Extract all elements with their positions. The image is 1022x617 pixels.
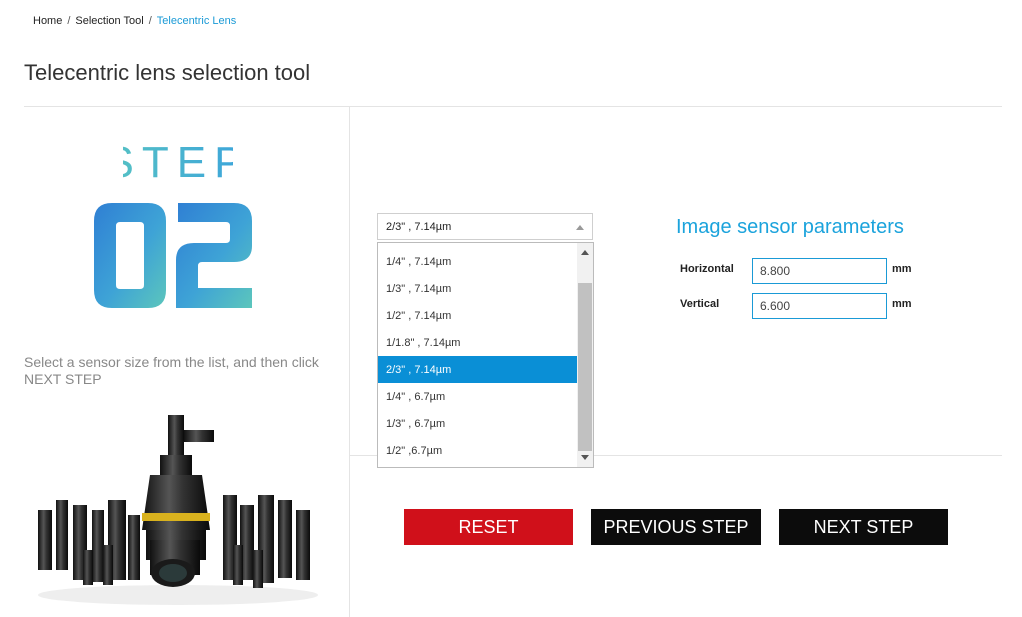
previous-step-button[interactable]: PREVIOUS STEP bbox=[591, 509, 761, 545]
digit-zero-shape bbox=[94, 203, 166, 308]
breadcrumb-home[interactable]: Home bbox=[33, 15, 62, 27]
sensor-size-dropdown[interactable]: 1/4" , 7.14µm 1/3" , 7.14µm 1/2" , 7.14µ… bbox=[377, 242, 594, 468]
vertical-unit: mm bbox=[892, 298, 912, 310]
step-number-graphic: 02 bbox=[94, 203, 252, 308]
scrollbar-thumb[interactable] bbox=[578, 283, 592, 451]
lens-products-image bbox=[38, 415, 318, 605]
dropdown-option[interactable]: 1/4" , 7.14µm bbox=[378, 248, 577, 275]
horizontal-label: Horizontal bbox=[680, 263, 734, 275]
sensor-size-select[interactable]: 2/3" , 7.14µm bbox=[377, 213, 593, 240]
dropdown-scrollbar[interactable] bbox=[577, 243, 593, 467]
header-divider bbox=[24, 106, 1002, 107]
horizontal-input[interactable] bbox=[752, 258, 887, 284]
dropdown-option[interactable]: 1/1.8" , 7.14µm bbox=[378, 329, 577, 356]
dropdown-option-label: 1/2" ,6.7µm bbox=[386, 445, 443, 457]
reset-button[interactable]: RESET bbox=[404, 509, 573, 545]
vertical-input[interactable] bbox=[752, 293, 887, 319]
sensor-size-select-value: 2/3" , 7.14µm bbox=[386, 221, 452, 233]
chevron-up-icon bbox=[576, 225, 584, 230]
vertical-label: Vertical bbox=[680, 298, 720, 310]
dropdown-option-selected[interactable]: 2/3" , 7.14µm bbox=[378, 356, 577, 383]
breadcrumb-separator: / bbox=[67, 15, 71, 27]
digit-two-shape bbox=[176, 203, 252, 308]
image-sensor-title: Image sensor parameters bbox=[676, 216, 904, 238]
dropdown-option-label: 1/3" , 6.7µm bbox=[386, 418, 446, 430]
dropdown-option[interactable]: 1/2" ,6.7µm bbox=[378, 437, 577, 464]
breadcrumb-current[interactable]: Telecentric Lens bbox=[157, 15, 237, 27]
instructions-text: Select a sensor size from the list, and … bbox=[24, 354, 319, 387]
dropdown-option-label: 1/2" , 7.14µm bbox=[386, 310, 452, 322]
breadcrumb-separator: / bbox=[148, 15, 152, 27]
dropdown-option-label: 1/1.8" , 7.14µm bbox=[386, 337, 461, 349]
dropdown-option-label: 1/4" , 7.14µm bbox=[386, 256, 452, 268]
breadcrumb-selection-tool[interactable]: Selection Tool bbox=[75, 15, 143, 27]
dropdown-option-label: 1/3" , 7.14µm bbox=[386, 283, 452, 295]
breadcrumb: Home / Selection Tool / Telecentric Lens bbox=[33, 15, 236, 27]
dropdown-option[interactable]: 1/3" , 7.14µm bbox=[378, 275, 577, 302]
page-title: Telecentric lens selection tool bbox=[24, 60, 311, 85]
dropdown-option-label: 1/4" , 6.7µm bbox=[386, 391, 446, 403]
step-word-graphic: STEP bbox=[123, 138, 233, 185]
scroll-down-arrow-icon[interactable] bbox=[581, 455, 589, 460]
scroll-up-arrow-icon[interactable] bbox=[581, 250, 589, 255]
horizontal-unit: mm bbox=[892, 263, 912, 275]
dropdown-option[interactable]: 1/2" , 7.14µm bbox=[378, 302, 577, 329]
dropdown-option[interactable]: 1/3" , 6.7µm bbox=[378, 410, 577, 437]
dropdown-option[interactable]: 1/4" , 6.7µm bbox=[378, 383, 577, 410]
next-step-button[interactable]: NEXT STEP bbox=[779, 509, 948, 545]
step-word: STEP bbox=[123, 138, 233, 185]
dropdown-option-label: 2/3" , 7.14µm bbox=[386, 364, 452, 376]
column-divider bbox=[349, 107, 350, 617]
